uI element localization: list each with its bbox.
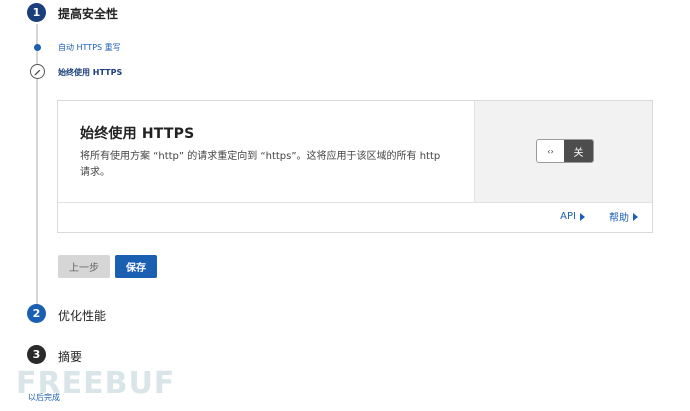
- step-3-badge: 3: [27, 345, 46, 364]
- finish-later-link[interactable]: 以后完成: [28, 392, 60, 403]
- https-toggle[interactable]: ‹› 关: [536, 139, 594, 163]
- back-button[interactable]: 上一步: [58, 255, 110, 278]
- setting-card-footer: API 帮助: [560, 209, 638, 224]
- step-3-title[interactable]: 摘要: [58, 348, 82, 365]
- dot-icon: [34, 44, 41, 51]
- help-link[interactable]: 帮助: [609, 209, 638, 224]
- substep-always-use-https[interactable]: 始终使用 HTTPS: [58, 67, 122, 78]
- caret-right-icon: [580, 212, 585, 221]
- help-link-label: 帮助: [609, 213, 629, 224]
- substep-auto-https-rewrites[interactable]: 自动 HTTPS 重写: [58, 42, 121, 53]
- step-1-title[interactable]: 提高安全性: [58, 5, 118, 22]
- setting-card: 始终使用 HTTPS 将所有使用方案 “http” 的请求重定向到 “https…: [57, 100, 653, 233]
- pencil-icon-glyph: [34, 69, 41, 76]
- step-3-number: 3: [32, 348, 41, 361]
- api-link[interactable]: API: [560, 209, 585, 224]
- setting-description: 将所有使用方案 “http” 的请求重定向到 “https”。这将应用于该区域的…: [80, 151, 441, 178]
- save-button[interactable]: 保存: [115, 255, 157, 278]
- step-2-number: 2: [32, 307, 41, 320]
- pencil-icon: [30, 64, 45, 79]
- step-1-badge: 1: [27, 3, 46, 22]
- setting-control-panel: ‹› 关: [474, 101, 652, 202]
- step-2-badge: 2: [27, 304, 46, 323]
- api-link-label: API: [560, 211, 576, 222]
- setting-card-top: 始终使用 HTTPS 将所有使用方案 “http” 的请求重定向到 “https…: [58, 101, 652, 203]
- setting-card-body: 始终使用 HTTPS 将所有使用方案 “http” 的请求重定向到 “https…: [58, 101, 474, 203]
- toggle-state-label: 关: [564, 140, 593, 162]
- setting-title: 始终使用 HTTPS: [80, 126, 195, 142]
- toggle-knob-icon: ‹›: [537, 140, 564, 162]
- step-1-number: 1: [32, 6, 41, 19]
- caret-right-icon: [633, 212, 638, 221]
- step-2-title[interactable]: 优化性能: [58, 307, 106, 324]
